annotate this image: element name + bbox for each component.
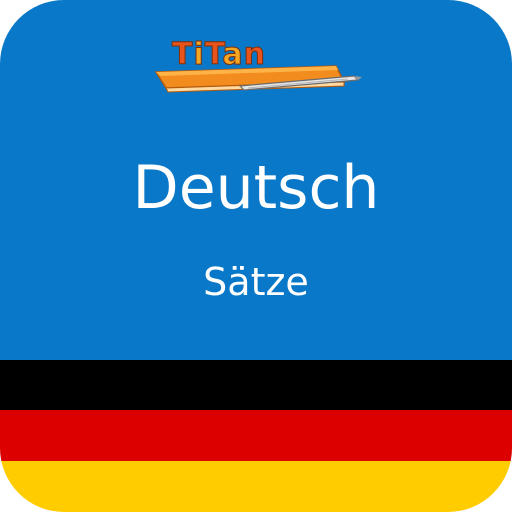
logo-letter: T [204, 37, 223, 72]
flag-stripe-gold [0, 461, 512, 512]
flag-stripe-red [0, 410, 512, 461]
logo-letter: a [222, 37, 244, 72]
titan-logo: TiTan [148, 36, 370, 96]
logo-wordmark: TiTan [171, 37, 266, 72]
category-subtitle: Sätze [203, 260, 309, 304]
logo-letter: T [171, 37, 194, 72]
flag-stripe-black [0, 360, 512, 410]
language-title: Deutsch [132, 153, 380, 223]
app-icon[interactable]: TiTan Deutsch Sätze [0, 0, 512, 512]
logo-letter: n [243, 37, 266, 72]
logo-letter: i [193, 37, 205, 72]
